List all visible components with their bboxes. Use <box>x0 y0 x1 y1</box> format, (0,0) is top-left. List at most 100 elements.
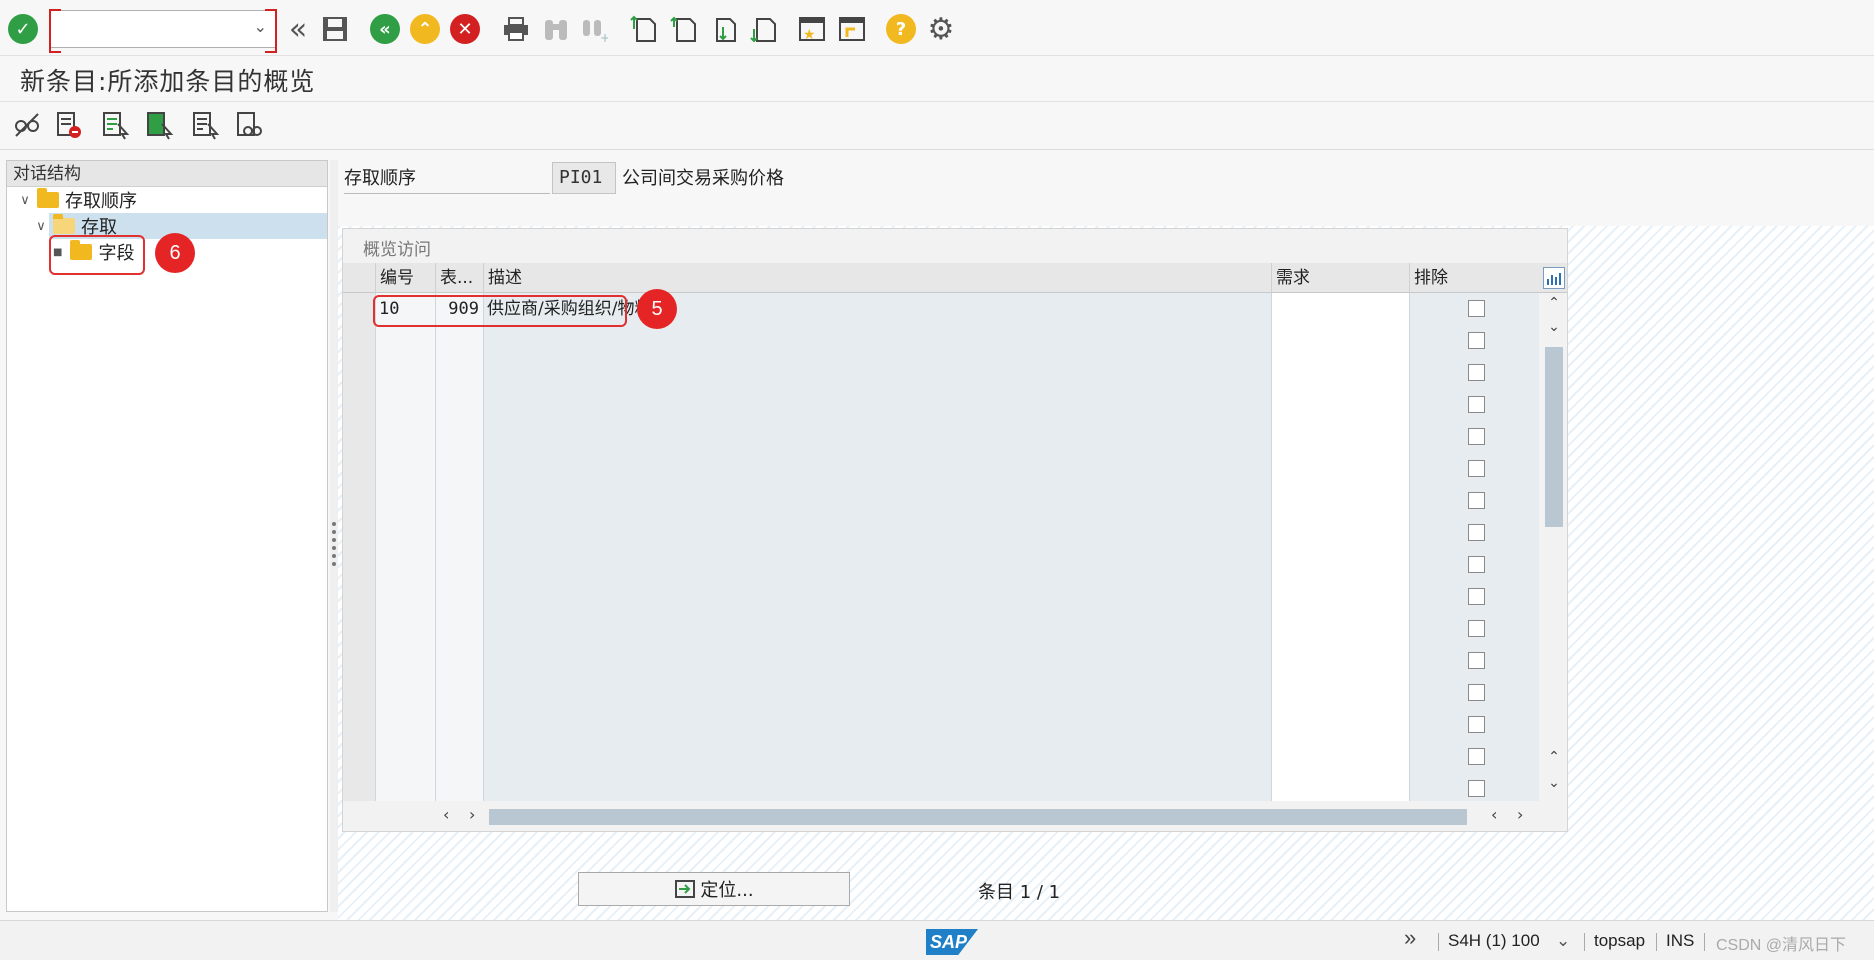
exclusive-checkbox[interactable] <box>1468 780 1485 797</box>
column-header-number[interactable]: 编号 <box>375 263 435 293</box>
cell-table[interactable] <box>435 645 483 677</box>
chevron-down-icon[interactable]: ⌄ <box>1545 319 1563 335</box>
select-all-rows[interactable] <box>343 263 375 293</box>
print-button[interactable] <box>500 12 532 46</box>
chevron-right-icon[interactable]: › <box>469 805 475 824</box>
cell-requirement[interactable] <box>1271 709 1409 741</box>
deselect-all-button[interactable] <box>190 110 222 142</box>
exclusive-checkbox[interactable] <box>1468 396 1485 413</box>
new-session-button[interactable]: ★ <box>796 12 828 46</box>
table-row[interactable] <box>343 613 1539 645</box>
cell-table[interactable] <box>435 325 483 357</box>
cell-table[interactable] <box>435 421 483 453</box>
table-row[interactable] <box>343 549 1539 581</box>
splitter-grip-icon[interactable] <box>332 522 336 566</box>
help-button[interactable]: ? <box>886 12 916 46</box>
table-row[interactable] <box>343 389 1539 421</box>
chevron-down-icon[interactable]: ⌄ <box>1556 931 1570 951</box>
column-header-description[interactable]: 描述 <box>483 263 1271 293</box>
cell-table[interactable] <box>435 357 483 389</box>
display-change-button[interactable] <box>12 110 44 142</box>
cell-table[interactable] <box>435 677 483 709</box>
table-row[interactable] <box>343 709 1539 741</box>
column-header-exclusive[interactable]: 排除 <box>1409 263 1539 293</box>
cell-requirement[interactable] <box>1271 645 1409 677</box>
table-row[interactable] <box>343 741 1539 773</box>
chevron-right-icon[interactable]: › <box>1517 805 1523 824</box>
row-selector[interactable] <box>343 517 375 549</box>
cell-number[interactable] <box>375 325 435 357</box>
cell-requirement[interactable] <box>1271 677 1409 709</box>
select-all-button[interactable] <box>100 110 132 142</box>
row-selector[interactable] <box>343 613 375 645</box>
cell-requirement[interactable] <box>1271 389 1409 421</box>
chevron-down-icon[interactable]: ∨ <box>33 219 49 234</box>
select-block-button[interactable] <box>144 110 176 142</box>
input-mode[interactable]: INS <box>1666 931 1694 951</box>
cell-requirement[interactable] <box>1271 293 1409 325</box>
table-row[interactable] <box>343 357 1539 389</box>
horizontal-scrollbar[interactable]: ‹ › ‹ › <box>343 801 1567 831</box>
cell-requirement[interactable] <box>1271 421 1409 453</box>
exclusive-checkbox[interactable] <box>1468 364 1485 381</box>
settings-icon[interactable]: ⚙ <box>924 12 958 47</box>
cell-number[interactable] <box>375 357 435 389</box>
scrollbar-thumb[interactable] <box>489 809 1467 825</box>
chevron-left-icon[interactable]: ‹ <box>443 805 449 824</box>
chevron-down-icon[interactable]: ⌄ <box>1545 775 1563 791</box>
row-selector[interactable] <box>343 421 375 453</box>
cell-table[interactable] <box>435 741 483 773</box>
row-selector[interactable] <box>343 581 375 613</box>
command-input[interactable] <box>57 15 237 43</box>
chevron-down-icon[interactable]: ⌄ <box>254 17 267 36</box>
cell-number[interactable] <box>375 645 435 677</box>
expand-status-icon[interactable]: » <box>1404 925 1416 951</box>
find-button[interactable] <box>540 12 572 46</box>
cell-number[interactable] <box>375 453 435 485</box>
row-selector[interactable] <box>343 357 375 389</box>
cell-number[interactable] <box>375 485 435 517</box>
table-row[interactable] <box>343 517 1539 549</box>
exclusive-checkbox[interactable] <box>1468 588 1485 605</box>
row-selector[interactable] <box>343 453 375 485</box>
exclusive-checkbox[interactable] <box>1468 556 1485 573</box>
chevron-up-icon[interactable]: ⌃ <box>1545 295 1563 311</box>
row-selector[interactable] <box>343 677 375 709</box>
tree-node-access-sequence[interactable]: ∨ 存取顺序 <box>17 187 137 213</box>
enter-button[interactable]: ✓ <box>8 12 38 46</box>
row-selector[interactable] <box>343 709 375 741</box>
exclusive-checkbox[interactable] <box>1468 300 1485 317</box>
where-used-button[interactable] <box>234 110 266 142</box>
exclusive-checkbox[interactable] <box>1468 460 1485 477</box>
system-info[interactable]: S4H (1) 100 <box>1448 931 1540 951</box>
table-row[interactable] <box>343 421 1539 453</box>
delete-row-button[interactable] <box>54 110 86 142</box>
chevron-left-icon[interactable]: ‹ <box>1491 805 1497 824</box>
column-settings-icon[interactable] <box>1543 267 1565 289</box>
exclusive-checkbox[interactable] <box>1468 620 1485 637</box>
vertical-scrollbar[interactable]: ⌃ ⌄ ⌃ ⌄ <box>1539 293 1567 801</box>
cell-requirement[interactable] <box>1271 613 1409 645</box>
row-selector[interactable] <box>343 741 375 773</box>
last-page-button[interactable] <box>748 12 780 46</box>
cell-table[interactable] <box>435 517 483 549</box>
table-row[interactable] <box>343 581 1539 613</box>
cell-requirement[interactable] <box>1271 581 1409 613</box>
table-row[interactable] <box>343 485 1539 517</box>
cell-requirement[interactable] <box>1271 741 1409 773</box>
cell-table[interactable] <box>435 709 483 741</box>
cell-requirement[interactable] <box>1271 453 1409 485</box>
cell-number[interactable] <box>375 389 435 421</box>
chevron-down-icon[interactable]: ∨ <box>17 193 33 208</box>
back-button[interactable]: « <box>370 12 400 46</box>
exclusive-checkbox[interactable] <box>1468 716 1485 733</box>
row-selector[interactable] <box>343 293 375 325</box>
cell-requirement[interactable] <box>1271 357 1409 389</box>
next-page-button[interactable] <box>708 12 740 46</box>
exclusive-checkbox[interactable] <box>1468 428 1485 445</box>
exclusive-checkbox[interactable] <box>1468 684 1485 701</box>
exclusive-checkbox[interactable] <box>1468 652 1485 669</box>
row-selector[interactable] <box>343 325 375 357</box>
cell-requirement[interactable] <box>1271 549 1409 581</box>
cell-number[interactable] <box>375 517 435 549</box>
